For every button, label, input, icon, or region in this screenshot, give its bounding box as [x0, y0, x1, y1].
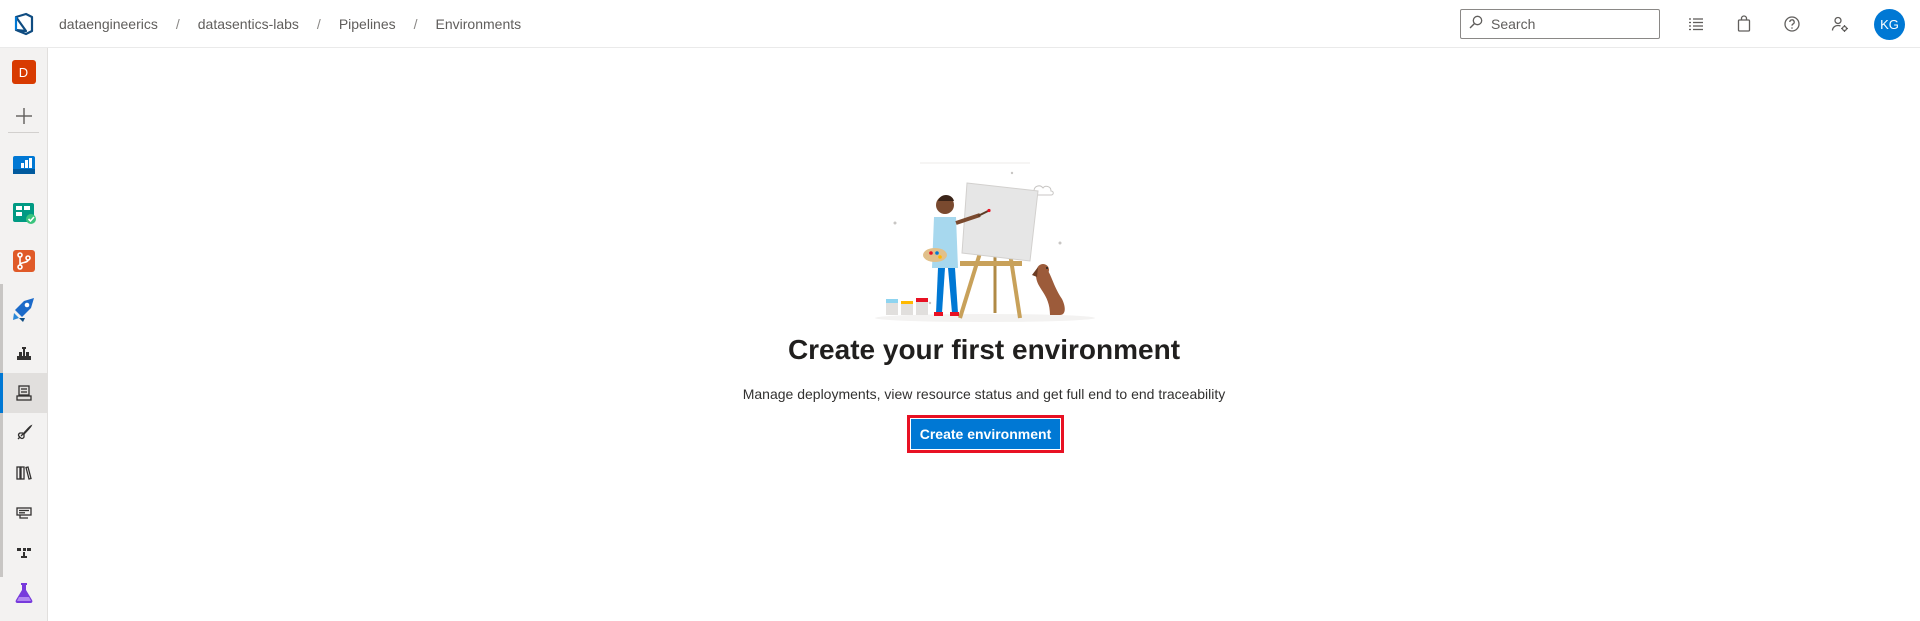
search-icon — [1469, 15, 1483, 34]
breadcrumb-environments[interactable]: Environments — [436, 16, 522, 32]
breadcrumb-separator: / — [316, 16, 321, 32]
task-list-icon[interactable] — [1684, 12, 1708, 36]
user-settings-icon[interactable] — [1828, 12, 1852, 36]
empty-state-illustration — [860, 153, 1110, 323]
breadcrumb-separator: / — [175, 16, 180, 32]
overview-icon[interactable] — [0, 145, 47, 185]
task-groups-icon[interactable] — [0, 493, 47, 533]
search-box[interactable] — [1460, 9, 1660, 39]
search-input[interactable] — [1489, 15, 1653, 33]
shopping-bag-icon[interactable] — [1732, 12, 1756, 36]
org-badge-icon[interactable]: D — [0, 52, 47, 92]
org-initial: D — [11, 60, 36, 84]
breadcrumb-organization[interactable]: dataengineerics — [59, 16, 158, 32]
nav-divider — [8, 132, 39, 133]
help-icon[interactable] — [1780, 12, 1804, 36]
test-plans-icon[interactable] — [0, 573, 47, 613]
top-bar: dataengineerics / datasentics-labs / Pip… — [0, 0, 1920, 48]
repos-icon[interactable] — [0, 241, 47, 281]
page-subtitle: Manage deployments, view resource status… — [742, 386, 1226, 402]
plus-icon[interactable] — [0, 96, 47, 136]
page-title: Create your first environment — [787, 334, 1181, 365]
releases-icon[interactable] — [0, 413, 47, 453]
breadcrumb-project[interactable]: datasentics-labs — [198, 16, 299, 32]
library-icon[interactable] — [0, 453, 47, 493]
boards-icon[interactable] — [0, 193, 47, 233]
breadcrumb: dataengineerics / datasentics-labs / Pip… — [59, 0, 521, 48]
breadcrumb-pipelines[interactable]: Pipelines — [339, 16, 396, 32]
deployment-groups-icon[interactable] — [0, 533, 47, 573]
create-environment-highlight: Create environment — [907, 415, 1064, 453]
pipelines-icon[interactable] — [0, 289, 47, 329]
create-environment-button[interactable]: Create environment — [910, 418, 1061, 450]
breadcrumb-separator: / — [413, 16, 418, 32]
avatar[interactable]: KG — [1874, 9, 1905, 40]
ado-logo-icon[interactable] — [10, 10, 38, 38]
